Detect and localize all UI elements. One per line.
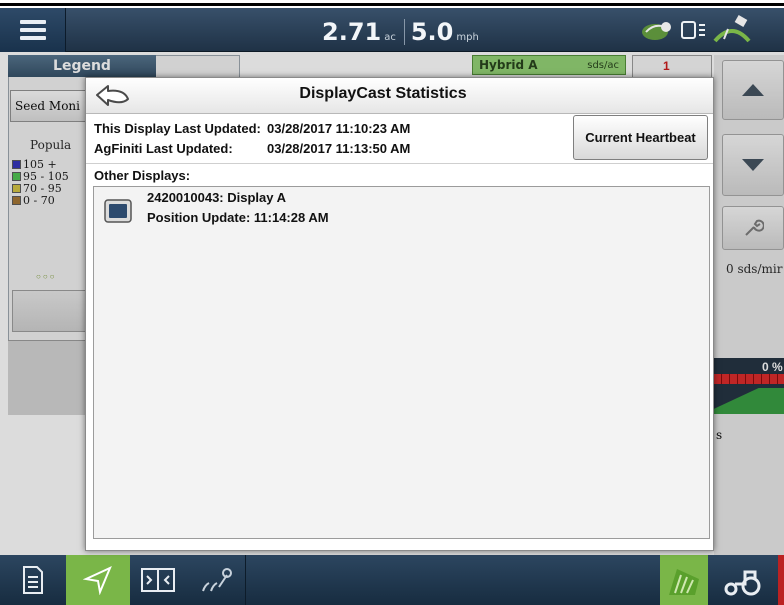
tractor-button[interactable] — [712, 555, 772, 605]
speed-value: 5.0 — [410, 18, 454, 46]
split-view-button[interactable] — [130, 555, 186, 605]
field-icon — [669, 569, 699, 595]
document-icon — [23, 566, 43, 594]
hamburger-icon — [19, 16, 46, 44]
split-view-icon — [141, 568, 175, 592]
alarm-indicator — [778, 555, 784, 605]
agfiniti-value: 03/28/2017 11:13:50 AM — [267, 141, 411, 156]
satellite-icon[interactable] — [712, 15, 752, 45]
menu-button[interactable] — [0, 8, 66, 52]
navigation-button[interactable] — [66, 555, 130, 605]
readout-divider — [403, 19, 405, 45]
planting-button[interactable] — [186, 555, 246, 605]
status-icons — [640, 14, 780, 46]
other-displays-list[interactable] — [93, 186, 710, 539]
tractor-icon — [724, 570, 761, 596]
display-position-update: Position Update: 11:14:28 AM — [147, 210, 329, 225]
area-value: 2.71 — [322, 18, 382, 46]
dialog-title: DisplayCast Statistics — [299, 85, 467, 102]
display-icon — [104, 199, 132, 223]
speed-unit: mph — [456, 32, 479, 43]
area-unit: ac — [384, 32, 396, 43]
area-speed-readout: 2.71 ac 5.0 mph — [322, 18, 487, 46]
top-edge-line — [0, 0, 784, 6]
this-display-value: 03/28/2017 11:10:23 AM — [267, 121, 411, 136]
navigation-icon — [83, 566, 112, 595]
planting-icon — [201, 568, 232, 592]
display-sync-icon[interactable] — [680, 19, 706, 41]
other-displays-label: Other Displays: — [94, 168, 191, 183]
gps-icon[interactable] — [640, 19, 674, 41]
dialog-divider — [86, 163, 713, 164]
display-name: 2420010043: Display A — [147, 190, 287, 205]
this-display-label: This Display Last Updated: — [94, 121, 261, 136]
agfiniti-label: AgFiniti Last Updated: — [94, 141, 233, 156]
current-heartbeat-button[interactable]: Current Heartbeat — [573, 115, 708, 160]
field-button[interactable] — [660, 555, 708, 605]
document-button[interactable] — [0, 555, 66, 605]
